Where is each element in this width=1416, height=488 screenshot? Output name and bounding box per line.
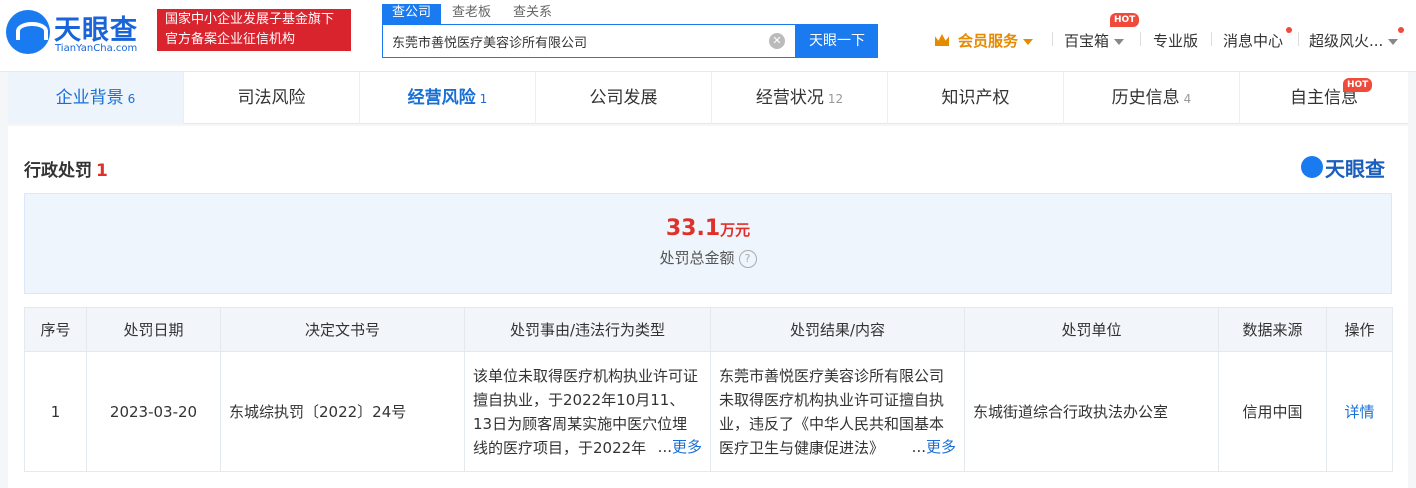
vip-service-label: 会员服务 (958, 32, 1019, 50)
tab-label: 知识产权 (941, 88, 1010, 108)
tab-label: 经营风险 (407, 88, 476, 108)
search-tab-relation[interactable]: 查关系 (502, 4, 563, 24)
tab-operating-status[interactable]: 经营状况 12 (712, 72, 888, 124)
penalty-table: 序号 处罚日期 决定文书号 处罚事由/违法行为类型 处罚结果/内容 处罚单位 数… (24, 307, 1393, 472)
more-label: 更多 (671, 438, 702, 456)
table-row: 1 2023-03-20 东城综执罚〔2022〕24号 该单位未取得医疗机构执业… (24, 351, 1393, 472)
help-icon[interactable]: ? (738, 249, 757, 268)
crown-icon (935, 34, 949, 46)
logo-title: 天眼查 (54, 15, 138, 46)
tab-company-development[interactable]: 公司发展 (536, 72, 712, 124)
tianyancha-logo[interactable]: 天眼查 TianYanCha.com (6, 8, 156, 58)
column-header: 处罚事由/违法行为类型 (464, 307, 711, 352)
section-title-text: 行政处罚 (24, 161, 92, 181)
search-box: ✕ (382, 24, 796, 58)
tab-label: 历史信息 (1111, 88, 1180, 108)
top-nav: 会员服务 HOT 百宝箱 专业版 消息中心 超级风火... (928, 0, 1416, 72)
ellipsis: ... (911, 438, 926, 456)
penalty-authority: 东城街道综合行政执法办公室 (964, 351, 1219, 472)
more-label: 更多 (925, 438, 956, 456)
search-mode-tabs: 查公司 查老板 查关系 (382, 4, 563, 24)
divider (1211, 32, 1212, 46)
search-tab-company[interactable]: 查公司 (382, 4, 442, 24)
tab-label: 企业背景 (55, 88, 124, 108)
total-amount-caption: 处罚总金额 (659, 249, 735, 267)
column-header: 序号 (24, 307, 87, 352)
divider (1298, 32, 1299, 46)
row-index: 1 (24, 351, 87, 472)
hot-badge: HOT (1110, 13, 1140, 27)
treasure-box-label: 百宝箱 (1064, 32, 1110, 50)
column-header: 决定文书号 (220, 307, 465, 352)
tab-count: 6 (127, 92, 136, 106)
expand-reason-link[interactable]: ...更多 (653, 436, 702, 457)
penalty-reason-cell: 该单位未取得医疗机构执业许可证擅自执业，于2022年10月11、13日为顾客周某… (464, 351, 711, 472)
tab-count: 1 (479, 92, 488, 106)
penalty-date: 2023-03-20 (86, 351, 221, 472)
section-count: 1 (96, 161, 108, 181)
divider (1052, 32, 1053, 46)
tab-label: 经营状况 (755, 88, 824, 108)
search-input[interactable] (383, 25, 763, 57)
tab-history[interactable]: 历史信息 4 (1064, 72, 1240, 124)
data-source: 信用中国 (1218, 351, 1327, 472)
vip-service-menu[interactable]: 会员服务 (958, 30, 1034, 51)
column-header: 处罚日期 (86, 307, 221, 352)
search-tab-boss[interactable]: 查老板 (441, 4, 502, 24)
total-amount-unit: 万元 (720, 221, 751, 239)
tab-intellectual-property[interactable]: 知识产权 (888, 72, 1064, 124)
detail-link[interactable]: 详情 (1344, 403, 1374, 421)
tab-operating-risk[interactable]: 经营风险 1 (360, 72, 536, 124)
logo-eye-icon (1301, 156, 1323, 178)
message-center-link[interactable]: 消息中心 (1223, 30, 1283, 51)
unread-dot (1286, 27, 1292, 33)
official-banner: 国家中小企业发展子基金旗下 官方备案企业征信机构 (157, 9, 351, 51)
tab-self-info[interactable]: 自主信息 (1240, 72, 1408, 124)
penalty-summary: 33.1万元 处罚总金额? (24, 193, 1392, 294)
total-amount-label: 处罚总金额? (25, 247, 1391, 268)
tab-count: 12 (827, 92, 844, 106)
chevron-down-icon (1388, 38, 1399, 45)
table-header-row: 序号 处罚日期 决定文书号 处罚事由/违法行为类型 处罚结果/内容 处罚单位 数… (24, 307, 1393, 352)
top-header: 天眼查 TianYanCha.com 国家中小企业发展子基金旗下 官方备案企业征… (0, 0, 1416, 72)
notification-dot (1398, 27, 1404, 33)
total-amount-value: 33.1 (665, 216, 721, 241)
dimension-tabs: 企业背景 6 司法风险 经营风险 1 公司发展 经营状况 12 知识产权 历史信息 4 … (8, 72, 1408, 124)
column-header: 处罚单位 (964, 307, 1219, 352)
search-button[interactable]: 天眼一下 (796, 24, 878, 58)
chevron-down-icon (1023, 38, 1034, 45)
treasure-box-menu[interactable]: 百宝箱 (1064, 30, 1125, 51)
column-header: 操作 (1326, 307, 1393, 352)
logo-eye-icon (6, 10, 50, 54)
expand-result-link[interactable]: ...更多 (907, 436, 956, 457)
user-name: 超级风火... (1309, 32, 1384, 50)
hot-badge: HOT (1343, 78, 1373, 92)
ellipsis: ... (657, 438, 672, 456)
penalty-result-cell: 东莞市善悦医疗美容诊所有限公司未取得医疗机构执业许可证擅自执业，违反了《中华人民… (710, 351, 965, 472)
tab-label: 司法风险 (237, 88, 306, 108)
total-amount: 33.1万元 (25, 216, 1391, 241)
column-header: 数据来源 (1218, 307, 1327, 352)
tab-company-background[interactable]: 企业背景 6 (8, 72, 184, 124)
banner-line-2: 官方备案企业征信机构 (165, 32, 296, 47)
chevron-down-icon (1114, 38, 1125, 45)
tab-count: 4 (1183, 92, 1192, 106)
tab-judicial-risk[interactable]: 司法风险 (184, 72, 360, 124)
section-title: 行政处罚 1 (24, 156, 108, 181)
pro-version-link[interactable]: 专业版 (1153, 30, 1198, 51)
banner-line-1: 国家中小企业发展子基金旗下 (165, 12, 335, 27)
watermark-text: 天眼查 (1325, 157, 1385, 181)
divider (1140, 32, 1141, 46)
clear-icon[interactable]: ✕ (769, 33, 785, 49)
decision-doc-number: 东城综执罚〔2022〕24号 (220, 351, 465, 472)
detail-cell: 详情 (1326, 351, 1393, 472)
admin-penalty-section: 行政处罚 1 天眼查 33.1万元 处罚总金额? 序号 处罚日期 决定文书号 处罚… (8, 126, 1408, 488)
column-header: 处罚结果/内容 (710, 307, 965, 352)
tab-label: 公司发展 (589, 88, 658, 108)
logo-subtitle: TianYanCha.com (55, 43, 138, 54)
user-menu[interactable]: 超级风火... (1309, 30, 1399, 51)
